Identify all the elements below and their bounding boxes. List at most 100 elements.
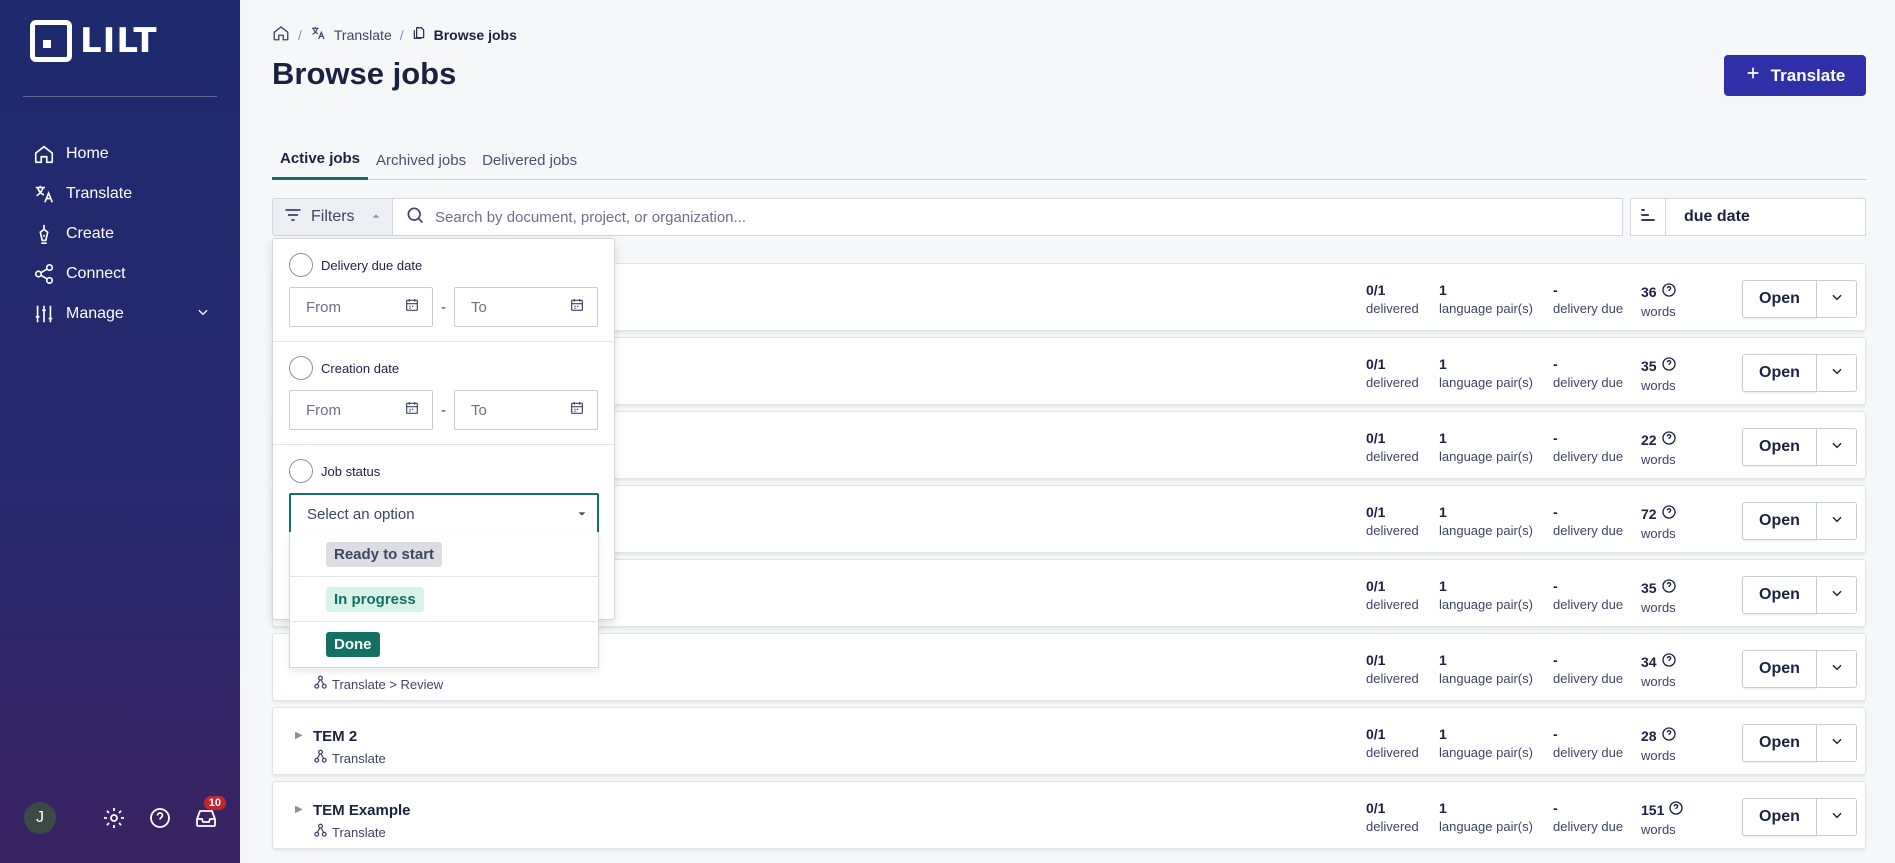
open-button[interactable]: Open: [1742, 280, 1817, 318]
expand-caret-icon[interactable]: ▶: [295, 730, 303, 741]
language-pairs-stat: 1 language pair(s): [1439, 282, 1533, 316]
delivered-stat: 0/1 delivered: [1366, 578, 1419, 612]
stat-label: delivery due: [1553, 523, 1624, 538]
job-status-radio[interactable]: [289, 459, 313, 483]
sidebar-item-label: Home: [66, 145, 109, 162]
open-menu-button[interactable]: [1816, 576, 1857, 614]
open-menu-button[interactable]: [1816, 354, 1857, 392]
option-in-progress[interactable]: In progress: [290, 577, 598, 622]
stat-value: -: [1553, 578, 1558, 594]
tab-archived-jobs[interactable]: Archived jobs: [368, 140, 474, 180]
open-button[interactable]: Open: [1742, 428, 1817, 466]
stat-label: delivery due: [1553, 745, 1624, 760]
open-button[interactable]: Open: [1742, 798, 1817, 836]
sidebar-item-label: Translate: [66, 185, 133, 202]
open-button[interactable]: Open: [1742, 502, 1817, 540]
option-done[interactable]: Done: [290, 622, 598, 667]
language-pairs-stat: 1 language pair(s): [1439, 430, 1533, 464]
open-menu-button[interactable]: [1816, 428, 1857, 466]
delivery-to-input[interactable]: To: [454, 287, 598, 327]
job-row[interactable]: ▶ TEM Example Translate 0/1 delivered 1 …: [272, 781, 1866, 849]
stat-label: language pair(s): [1439, 523, 1533, 538]
inbox-icon[interactable]: 10: [192, 796, 226, 832]
tab-active-jobs[interactable]: Active jobs: [272, 140, 369, 180]
help-icon[interactable]: [1668, 800, 1684, 819]
delivery-from-input[interactable]: From: [289, 287, 433, 327]
filter-label: Delivery due date: [321, 257, 423, 273]
date-placeholder: From: [306, 401, 341, 419]
stat-label: delivery due: [1553, 819, 1624, 834]
sidebar-item-create[interactable]: Create: [0, 214, 240, 254]
stat-label: language pair(s): [1439, 375, 1533, 390]
stat-value: 1: [1439, 430, 1447, 446]
sort-icon: [1638, 205, 1658, 230]
open-button[interactable]: Open: [1742, 650, 1817, 688]
open-menu-button[interactable]: [1816, 650, 1857, 688]
open-menu-button[interactable]: [1816, 724, 1857, 762]
sliders-icon: [32, 302, 56, 326]
translate-icon: [32, 182, 56, 206]
creation-date-radio[interactable]: [289, 356, 313, 380]
sidebar-item-home[interactable]: Home: [0, 134, 240, 174]
home-icon[interactable]: [272, 24, 290, 45]
job-status-select[interactable]: Select an option: [289, 493, 599, 535]
expand-caret-icon[interactable]: ▶: [295, 804, 303, 815]
filters-button[interactable]: Filters: [272, 198, 393, 236]
job-tabs: Active jobs Archived jobs Delivered jobs: [272, 140, 1866, 180]
sidebar-item-manage[interactable]: Manage: [0, 294, 240, 334]
open-button[interactable]: Open: [1742, 724, 1817, 762]
stat-value-row: 72: [1641, 504, 1677, 523]
main-content: / Translate / Browse jobs Browse jobs Tr…: [240, 0, 1895, 863]
search-input[interactable]: Search by document, project, or organiza…: [435, 209, 746, 226]
help-icon[interactable]: [1661, 356, 1677, 375]
help-icon[interactable]: [1661, 652, 1677, 671]
open-menu-button[interactable]: [1816, 280, 1857, 318]
delivered-stat: 0/1 delivered: [1366, 356, 1419, 390]
avatar[interactable]: J: [24, 802, 56, 834]
open-menu-button[interactable]: [1816, 502, 1857, 540]
job-workflow: Translate: [313, 749, 386, 767]
filter-label-row: Job status: [273, 459, 616, 483]
help-icon[interactable]: [146, 804, 174, 832]
language-pairs-stat: 1 language pair(s): [1439, 504, 1533, 538]
date-placeholder: From: [306, 298, 341, 316]
share-icon: [32, 262, 56, 286]
tab-delivered-jobs[interactable]: Delivered jobs: [474, 140, 585, 180]
gear-icon[interactable]: [100, 804, 128, 832]
help-icon[interactable]: [1661, 504, 1677, 523]
stat-label: delivered: [1366, 819, 1419, 834]
open-button[interactable]: Open: [1742, 576, 1817, 614]
breadcrumb-translate-link[interactable]: Translate: [334, 27, 392, 43]
open-menu-button[interactable]: [1816, 798, 1857, 836]
words-stat: 34 words: [1641, 652, 1677, 689]
lilt-logo[interactable]: LILT: [30, 20, 158, 62]
translate-button[interactable]: Translate: [1724, 55, 1866, 96]
stat-value: -: [1553, 282, 1558, 298]
words-stat: 72 words: [1641, 504, 1677, 541]
sort-direction-button[interactable]: [1630, 198, 1666, 236]
open-button[interactable]: Open: [1742, 354, 1817, 392]
chevron-down-icon: [1830, 808, 1844, 827]
search-bar[interactable]: Search by document, project, or organiza…: [393, 198, 1623, 236]
stat-value-row: 35: [1641, 578, 1677, 597]
stat-value: 35: [1641, 579, 1657, 596]
help-icon[interactable]: [1661, 430, 1677, 449]
delivery-due-date-radio[interactable]: [289, 253, 313, 277]
language-pairs-stat: 1 language pair(s): [1439, 726, 1533, 760]
job-row[interactable]: ▶ TEM 2 Translate 0/1 delivered 1 langua…: [272, 707, 1866, 775]
help-icon[interactable]: [1661, 726, 1677, 745]
sidebar-item-connect[interactable]: Connect: [0, 254, 240, 294]
job-name[interactable]: TEM Example: [313, 802, 411, 819]
creation-to-input[interactable]: To: [454, 390, 598, 430]
creation-from-input[interactable]: From: [289, 390, 433, 430]
option-ready-to-start[interactable]: Ready to start: [290, 532, 598, 577]
stat-value-row: 22: [1641, 430, 1677, 449]
workflow-icon: [313, 749, 328, 767]
status-chip: Ready to start: [326, 541, 443, 567]
help-icon[interactable]: [1661, 578, 1677, 597]
job-name[interactable]: TEM 2: [313, 728, 357, 745]
sidebar: LILT Home Translate Create Connect Manag…: [0, 0, 240, 863]
sort-select[interactable]: due date: [1665, 198, 1866, 236]
help-icon[interactable]: [1661, 282, 1677, 301]
sidebar-item-translate[interactable]: Translate: [0, 174, 240, 214]
